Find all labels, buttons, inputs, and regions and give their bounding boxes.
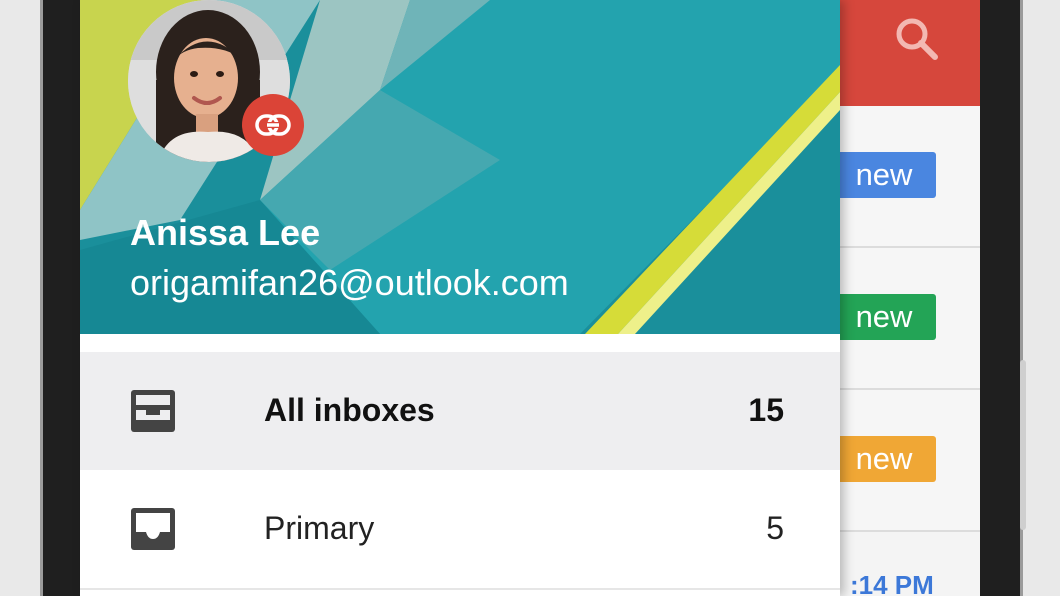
new-badge: new	[832, 294, 936, 340]
link-icon	[255, 114, 291, 136]
account-name: Anissa Lee	[130, 212, 321, 253]
navigation-drawer: Anissa Lee origamifan26@outlook.com All …	[80, 0, 840, 596]
account-email: origamifan26@outlook.com	[130, 262, 569, 303]
unread-count: 5	[766, 510, 784, 546]
drawer-item-label: All inboxes	[264, 392, 435, 428]
all-inboxes-icon	[131, 390, 175, 432]
drawer-item-label: Primary	[264, 510, 375, 546]
drawer-item-all-inboxes[interactable]: All inboxes 15	[80, 352, 840, 470]
phone-side-button	[1020, 360, 1026, 530]
message-time: :14 PM	[850, 570, 934, 596]
link-account-button[interactable]	[242, 94, 304, 156]
new-badge: new	[832, 436, 936, 482]
unread-count: 15	[748, 392, 784, 428]
search-icon[interactable]	[892, 14, 940, 62]
inbox-icon	[131, 508, 175, 550]
new-badge: new	[832, 152, 936, 198]
phone-bezel-right	[980, 0, 1023, 596]
drawer-item-primary[interactable]: Primary 5	[80, 470, 840, 590]
phone-bezel-left	[40, 0, 83, 596]
account-header[interactable]: Anissa Lee origamifan26@outlook.com	[80, 0, 840, 334]
